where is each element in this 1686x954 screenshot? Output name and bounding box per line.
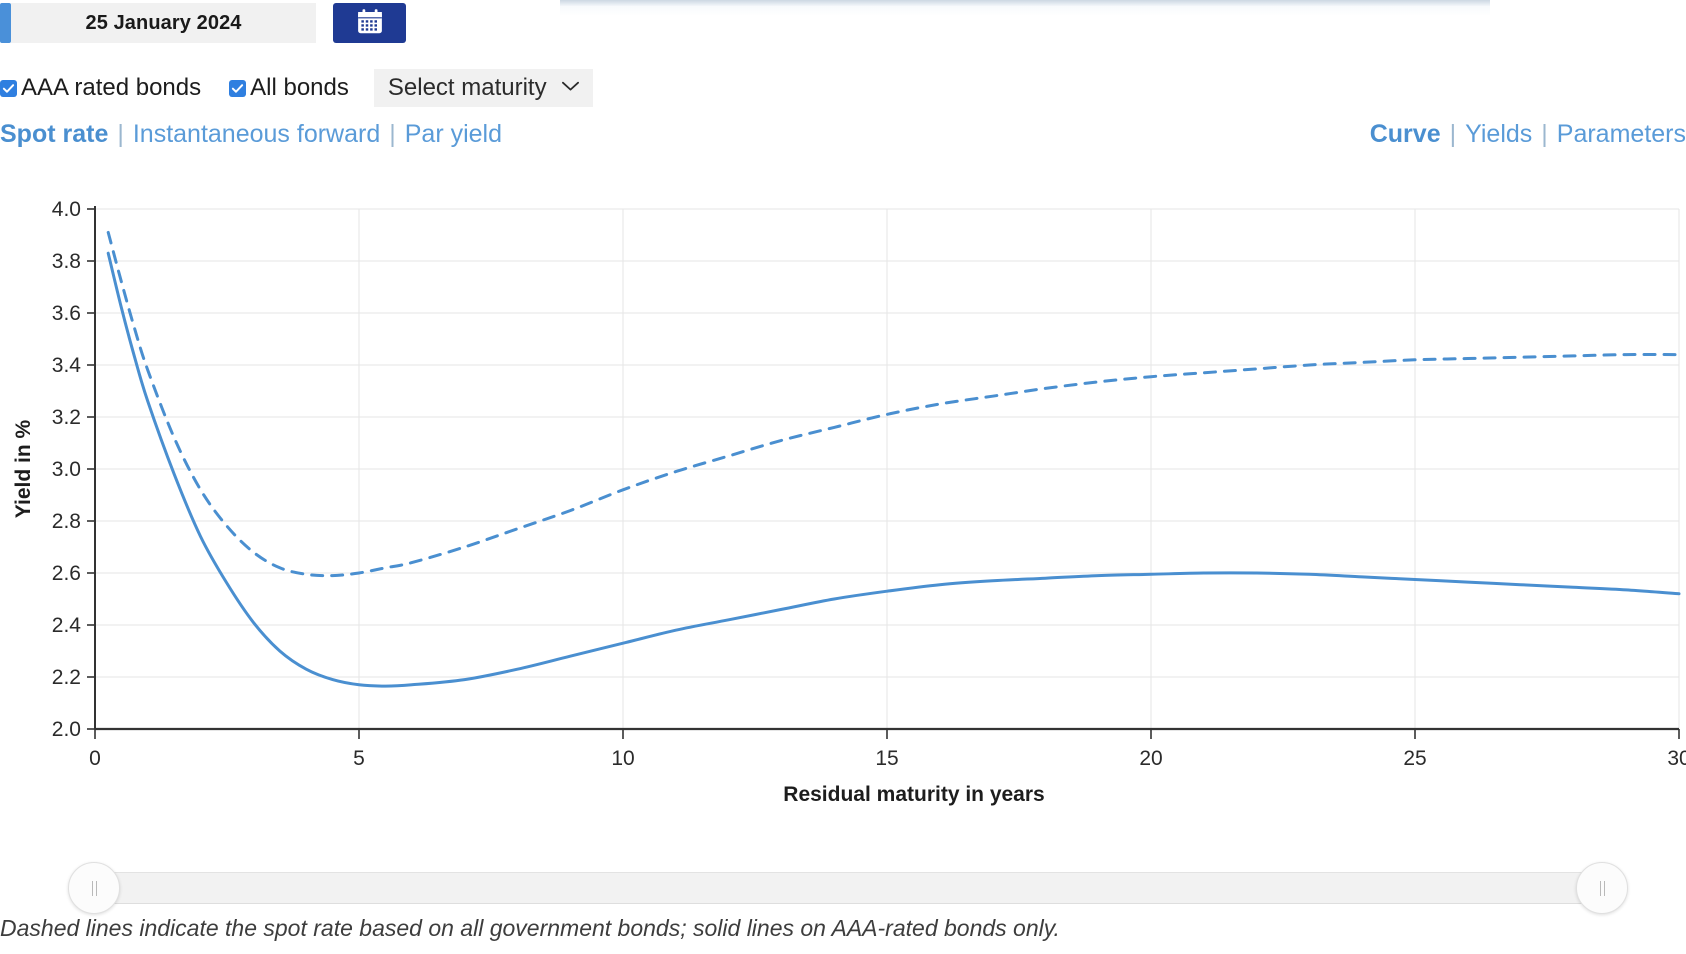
nav-separator: | xyxy=(1541,120,1548,148)
nav-separator: | xyxy=(117,120,124,148)
y-axis-tick-label: 4.0 xyxy=(52,198,81,221)
nav-separator: | xyxy=(1449,120,1457,148)
curve-type-nav: Spot rate | Instantaneous forward | Par … xyxy=(0,120,502,149)
y-axis-tick-label: 3.0 xyxy=(52,458,81,481)
nav-link-par-yield[interactable]: Par yield xyxy=(405,120,502,149)
date-value: 25 January 2024 xyxy=(85,11,242,34)
checkbox-all-bonds[interactable]: All bonds xyxy=(229,74,349,102)
nav-link-yields[interactable]: Yields xyxy=(1465,120,1532,149)
maturity-dropdown-value: Select maturity xyxy=(387,74,547,101)
y-axis-tick-label: 2.0 xyxy=(52,718,81,741)
series-line-aaa-rated-bonds xyxy=(106,251,1681,688)
slider-handle-left[interactable] xyxy=(68,862,120,914)
chevron-down-icon xyxy=(561,79,580,97)
x-axis-tick-label: 25 xyxy=(1403,747,1426,770)
checkbox-all-bonds-label: All bonds xyxy=(250,74,349,101)
checkmark-icon xyxy=(229,79,247,97)
x-axis-tick-label: 20 xyxy=(1139,747,1162,770)
y-axis-tick-label: 3.4 xyxy=(52,354,82,377)
chart-svg: 2.0 2.2 2.4 2.6 2.8 3.0 3.2 3.4 3.6 3.8 4.0 0 5 10 15 2… xyxy=(12,198,1686,806)
calendar-button[interactable] xyxy=(333,3,406,43)
date-picker-row: 25 January 2024 xyxy=(0,3,406,43)
x-axis-tick-label: 10 xyxy=(611,747,634,770)
x-axis-tick-label: 15 xyxy=(875,747,898,770)
checkmark-icon xyxy=(0,79,17,97)
series-line-all-bonds xyxy=(106,230,1681,578)
date-accent-bar xyxy=(0,3,11,43)
yield-curve-chart: 2.0 2.2 2.4 2.6 2.8 3.0 3.2 3.4 3.6 3.8 4.0 0 5 10 15 2… xyxy=(0,180,1686,850)
x-axis-tick-label: 30 xyxy=(1667,747,1686,770)
maturity-dropdown[interactable]: Select maturity xyxy=(373,69,593,107)
y-axis-tick-label: 2.8 xyxy=(52,510,81,533)
chart-caption: Dashed lines indicate the spot rate base… xyxy=(0,915,1060,941)
nav-link-spot-rate[interactable]: Spot rate xyxy=(0,120,108,149)
date-input[interactable]: 25 January 2024 xyxy=(11,3,316,43)
x-axis-tick-label: 5 xyxy=(353,747,365,770)
maturity-range-slider[interactable] xyxy=(68,862,1628,914)
y-axis-tick-label: 2.6 xyxy=(52,562,81,585)
x-axis-tick-label: 0 xyxy=(89,747,101,770)
x-axis-title: Residual maturity in years xyxy=(783,783,1044,806)
nav-link-curve[interactable]: Curve xyxy=(1370,120,1441,149)
nav-link-parameters[interactable]: Parameters xyxy=(1557,120,1686,149)
slider-handle-right[interactable] xyxy=(1576,862,1628,914)
filter-options-row: AAA rated bonds All bonds Select maturit… xyxy=(0,68,593,108)
y-axis-tick-label: 3.6 xyxy=(52,302,81,325)
nav-separator: | xyxy=(389,120,396,148)
grip-icon xyxy=(1599,880,1605,896)
nav-link-instantaneous-forward[interactable]: Instantaneous forward xyxy=(133,120,380,149)
y-axis-tick-label: 3.2 xyxy=(52,406,81,429)
y-axis-tick-label: 3.8 xyxy=(52,250,81,273)
y-axis-title: Yield in % xyxy=(12,419,35,518)
calendar-icon xyxy=(355,7,385,40)
y-axis-tick-label: 2.2 xyxy=(52,666,81,689)
checkbox-aaa-label: AAA rated bonds xyxy=(21,74,202,101)
checkbox-aaa-rated-bonds[interactable]: AAA rated bonds xyxy=(0,74,201,102)
page-top-strip-fade xyxy=(560,6,1490,16)
grip-icon xyxy=(91,880,97,896)
view-mode-nav: Curve | Yields | Parameters xyxy=(1370,120,1686,149)
slider-track[interactable] xyxy=(94,872,1602,904)
y-axis-tick-label: 2.4 xyxy=(52,614,82,637)
